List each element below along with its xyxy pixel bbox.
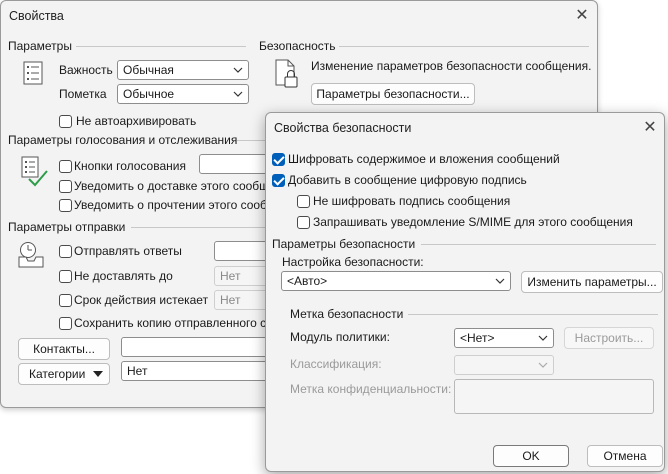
policy-label: Модуль политики: xyxy=(290,330,390,344)
reply-to-checkbox[interactable] xyxy=(59,245,72,258)
do-not-deliver-label: Не доставлять до xyxy=(74,269,173,283)
policy-select[interactable]: <Нет> xyxy=(454,328,554,348)
security-text: Изменение параметров безопасности сообще… xyxy=(311,59,592,73)
security-label-header: Метка безопасности xyxy=(290,307,404,321)
chevron-down-icon xyxy=(495,278,505,284)
add-signature-checkbox[interactable] xyxy=(272,174,285,187)
categories-field: Нет xyxy=(121,361,271,381)
voting-list-icon xyxy=(21,156,48,187)
encrypt-label: Шифровать содержимое и вложения сообщени… xyxy=(288,152,560,166)
params-header: Параметры xyxy=(8,39,72,53)
read-receipt-label: Уведомить о прочтении этого сообще xyxy=(74,198,284,212)
delivery-divider xyxy=(131,227,267,228)
do-not-deliver-field: Нет xyxy=(214,266,269,286)
voting-buttons-label: Кнопки голосования xyxy=(74,159,186,173)
chevron-down-icon xyxy=(538,335,548,341)
delivery-clock-tray-icon xyxy=(18,242,44,268)
classification-label: Классификация: xyxy=(290,357,382,371)
privacy-field xyxy=(454,379,654,414)
save-copy-label: Сохранить копию отправленного с xyxy=(74,316,267,330)
voting-buttons-checkbox[interactable] xyxy=(59,160,72,173)
contacts-button[interactable]: Контакты... xyxy=(18,338,110,360)
security-settings-header: Параметры безопасности xyxy=(272,237,416,251)
expires-label: Срок действия истекает xyxy=(74,293,209,307)
voting-divider xyxy=(237,140,267,141)
chevron-down-icon xyxy=(233,67,243,73)
no-encrypt-signature-checkbox[interactable] xyxy=(297,195,310,208)
categories-label: Категории xyxy=(29,367,86,381)
encrypt-checkbox[interactable] xyxy=(272,153,285,166)
properties-close-icon[interactable]: ✕ xyxy=(567,2,597,30)
chevron-down-icon xyxy=(538,362,548,368)
reply-to-field[interactable] xyxy=(214,241,269,261)
privacy-label: Метка конфиденциальности: xyxy=(290,382,452,396)
request-smime-label: Запрашивать уведомление S/MIME для этого… xyxy=(313,215,633,229)
classification-select xyxy=(454,355,554,375)
reply-to-label: Отправлять ответы xyxy=(74,244,182,258)
change-settings-button[interactable]: Изменить параметры... xyxy=(521,271,663,293)
sensitivity-label: Пометка xyxy=(59,87,107,101)
security-setting-select[interactable]: <Авто> xyxy=(281,271,511,291)
expires-field: Нет xyxy=(214,290,269,310)
security-divider xyxy=(339,46,589,47)
delivery-header: Параметры отправки xyxy=(8,220,126,234)
security-settings-button[interactable]: Параметры безопасности... xyxy=(311,83,475,105)
ok-button[interactable]: OK xyxy=(493,445,569,467)
cancel-button[interactable]: Отмена xyxy=(587,445,663,467)
importance-label: Важность xyxy=(59,63,113,77)
security-close-icon[interactable]: ✕ xyxy=(635,114,664,142)
request-smime-checkbox[interactable] xyxy=(297,216,310,229)
read-receipt-checkbox[interactable] xyxy=(59,199,72,212)
do-not-deliver-checkbox[interactable] xyxy=(59,270,72,283)
security-header: Безопасность xyxy=(259,39,336,53)
document-lock-icon xyxy=(275,59,298,88)
policy-value: <Нет> xyxy=(460,331,495,345)
delivery-receipt-checkbox[interactable] xyxy=(59,180,72,193)
configure-button: Настроить... xyxy=(564,327,654,349)
voting-header: Параметры голосования и отслеживания xyxy=(8,133,238,147)
security-setting-value: <Авто> xyxy=(287,274,328,288)
security-settings-divider xyxy=(421,244,656,245)
no-autoarchive-checkbox[interactable] xyxy=(59,115,72,128)
expires-checkbox[interactable] xyxy=(59,294,72,307)
security-dialog-title: Свойства безопасности xyxy=(274,121,412,135)
voting-buttons-field[interactable] xyxy=(199,154,269,174)
security-titlebar: Свойства безопасности ✕ xyxy=(266,113,664,143)
security-setting-label: Настройка безопасности: xyxy=(282,255,424,269)
properties-title: Свойства xyxy=(9,9,64,23)
properties-titlebar: Свойства ✕ xyxy=(1,1,597,31)
security-label-divider xyxy=(408,314,658,315)
contacts-field[interactable] xyxy=(121,337,271,357)
add-signature-label: Добавить в сообщение цифровую подпись xyxy=(288,173,527,187)
sensitivity-value: Обычное xyxy=(123,87,175,101)
list-properties-icon xyxy=(23,61,43,85)
categories-button[interactable]: Категории xyxy=(18,363,110,385)
importance-select[interactable]: Обычная xyxy=(117,60,249,80)
chevron-down-icon xyxy=(233,91,243,97)
params-divider xyxy=(76,46,246,47)
importance-value: Обычная xyxy=(123,63,174,77)
no-encrypt-signature-label: Не шифровать подпись сообщения xyxy=(313,194,511,208)
sensitivity-select[interactable]: Обычное xyxy=(117,84,249,104)
no-autoarchive-label: Не автоархивировать xyxy=(76,114,197,128)
caret-down-icon xyxy=(93,371,103,377)
delivery-receipt-label: Уведомить о доставке этого сообще xyxy=(74,179,276,193)
security-properties-dialog: Свойства безопасности ✕ Шифровать содерж… xyxy=(265,112,665,472)
save-copy-checkbox[interactable] xyxy=(59,317,72,330)
